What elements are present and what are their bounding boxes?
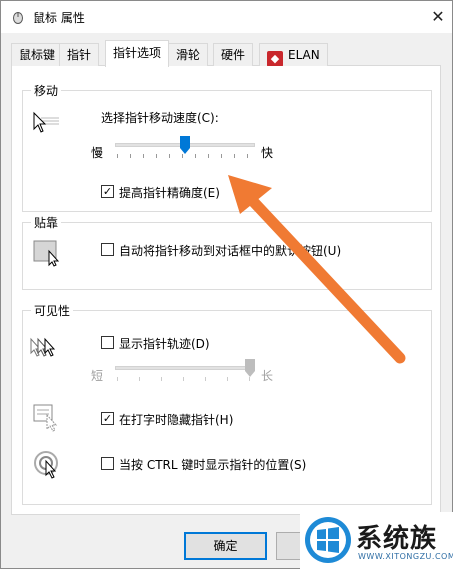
snap-checkbox[interactable] (101, 243, 114, 256)
tab-pointer-options[interactable]: 指针选项 (105, 40, 170, 67)
hide-pointer-icon (33, 404, 58, 432)
ok-button[interactable]: 确定 (184, 532, 267, 560)
tick (139, 377, 140, 381)
tick (156, 154, 157, 158)
ctrl-location-checkbox[interactable] (101, 457, 114, 470)
slow-label: 慢 (91, 146, 104, 160)
tab-elan[interactable]: ◆ ELAN (259, 43, 328, 67)
ctrl-location-label[interactable]: 当按 CTRL 键时显示指针的位置(S) (119, 456, 306, 473)
visibility-group-label: 可见性 (31, 302, 74, 319)
short-label: 短 (91, 369, 104, 383)
tick (249, 377, 250, 381)
tick (143, 154, 144, 158)
speed-label: 选择指针移动速度(C): (101, 111, 219, 125)
snap-label[interactable]: 自动将指针移动到对话框中的默认按钮(U) (119, 242, 341, 259)
tick (130, 154, 131, 158)
snap-to-icon (33, 240, 60, 267)
tick (208, 154, 209, 158)
windows-logo-icon (305, 517, 351, 563)
speed-slider-thumb[interactable] (180, 136, 190, 154)
tick (227, 377, 228, 381)
snap-group-label: 贴靠 (31, 214, 62, 231)
pointer-trails-label[interactable]: 显示指针轨迹(D) (119, 335, 210, 352)
pointer-options-panel: 移动 选择指针移动速度(C): 慢 快 ✓ 提高指针精确度(E) 贴靠 自动将指… (11, 66, 441, 515)
tick (247, 154, 248, 158)
precision-checkbox[interactable]: ✓ (101, 185, 114, 198)
tab-bar: 鼠标键 指针 指针选项 滑轮 硬件 ◆ ELAN (11, 40, 441, 67)
tab-hardware[interactable]: 硬件 (213, 43, 254, 66)
trails-slider-thumb[interactable] (245, 359, 255, 377)
motion-group: 移动 选择指针移动速度(C): 慢 快 ✓ 提高指针精确度(E) (22, 82, 432, 212)
fast-label: 快 (261, 146, 274, 160)
visibility-group: 可见性 显示指针轨迹(D) 短 长 ✓ 在打字时隐藏指针(H) 当按 CTRL … (22, 302, 432, 505)
tab-pointers[interactable]: 指针 (59, 43, 100, 66)
tick (183, 377, 184, 381)
pointer-speed-icon (33, 111, 59, 133)
tick (205, 377, 206, 381)
title-bar: 鼠标 属性 ✕ (1, 1, 452, 33)
hide-pointer-label[interactable]: 在打字时隐藏指针(H) (119, 411, 233, 428)
close-button[interactable]: ✕ (425, 5, 451, 29)
watermark: 系统族 WWW.XITONGZU.COM (300, 512, 453, 569)
hide-pointer-checkbox[interactable]: ✓ (101, 412, 114, 425)
tick (117, 377, 118, 381)
tick (117, 154, 118, 158)
mouse-icon (13, 12, 23, 24)
tick (161, 377, 162, 381)
tick (182, 154, 183, 158)
watermark-url: WWW.XITONGZU.COM (358, 552, 453, 561)
tab-wheel[interactable]: 滑轮 (168, 43, 209, 66)
window-title: 鼠标 属性 (33, 11, 85, 25)
precision-label[interactable]: 提高指针精确度(E) (119, 184, 220, 201)
show-location-icon (34, 451, 58, 479)
pointer-trails-checkbox[interactable] (101, 336, 114, 349)
snap-group: 贴靠 自动将指针移动到对话框中的默认按钮(U) (22, 214, 432, 290)
long-label: 长 (261, 369, 274, 383)
tick (234, 154, 235, 158)
tick (195, 154, 196, 158)
tick (221, 154, 222, 158)
tab-buttons[interactable]: 鼠标键 (11, 43, 64, 66)
motion-group-label: 移动 (31, 82, 62, 99)
mouse-properties-dialog: 鼠标 属性 ✕ 鼠标键 指针 指针选项 滑轮 硬件 ◆ ELAN 移动 选择指针移… (0, 0, 453, 569)
trails-slider-track[interactable] (115, 366, 255, 370)
pointer-trails-icon (30, 337, 56, 357)
tick (169, 154, 170, 158)
watermark-text: 系统族 (356, 524, 438, 554)
elan-logo-icon: ◆ (267, 51, 283, 67)
